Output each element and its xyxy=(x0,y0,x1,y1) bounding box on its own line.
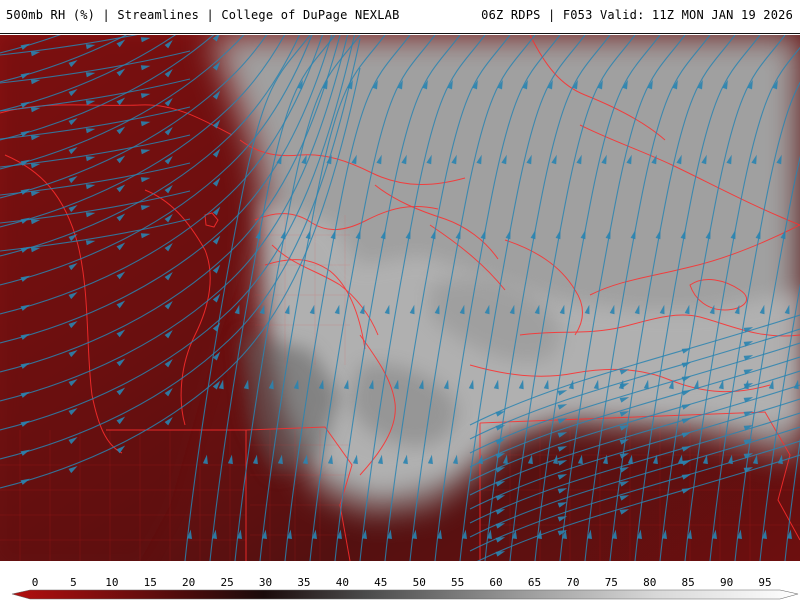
legend-tick-label: 60 xyxy=(489,576,503,589)
legend-color-scale xyxy=(11,589,799,600)
rh-color-legend: 0 5 10 15 20 25 30 35 40 45 50 55 60 65 70 75 80 85 90 95 xyxy=(0,561,800,600)
legend-tick-label: 65 xyxy=(527,576,542,589)
legend-tick-label: 45 xyxy=(374,576,388,589)
product-title: 500mb RH (%) | Streamlines | College of … xyxy=(6,8,400,22)
legend-tick-label: 40 xyxy=(335,576,349,589)
legend-tick-label: 55 xyxy=(451,576,465,589)
legend-tick-label: 35 xyxy=(297,576,311,589)
legend-tick-label: 0 xyxy=(31,576,39,589)
legend-tick-label: 15 xyxy=(143,576,157,589)
legend-tick-label: 5 xyxy=(70,576,77,589)
legend-tick-label: 95 xyxy=(758,576,772,589)
legend-tick-label: 20 xyxy=(182,576,196,589)
legend-tick-label: 30 xyxy=(258,576,273,589)
legend-tick-label: 80 xyxy=(643,576,657,589)
legend-tick-label: 50 xyxy=(412,576,426,589)
map-svg xyxy=(0,35,800,561)
legend-tick-label: 25 xyxy=(220,576,234,589)
weather-map-page: 500mb RH (%) | Streamlines | College of … xyxy=(0,0,800,600)
relative-humidity-map xyxy=(0,35,800,561)
legend-tick-label: 70 xyxy=(566,576,580,589)
legend-tick-label: 85 xyxy=(681,576,695,589)
legend-tick-label: 75 xyxy=(604,576,618,589)
legend-gradient-bar xyxy=(11,589,799,600)
valid-time-label: 06Z RDPS | F053 Valid: 11Z MON JAN 19 20… xyxy=(481,8,793,22)
map-header: 500mb RH (%) | Streamlines | College of … xyxy=(0,0,800,34)
legend-tick-label: 90 xyxy=(719,576,734,589)
legend-tick-label: 10 xyxy=(105,576,119,589)
